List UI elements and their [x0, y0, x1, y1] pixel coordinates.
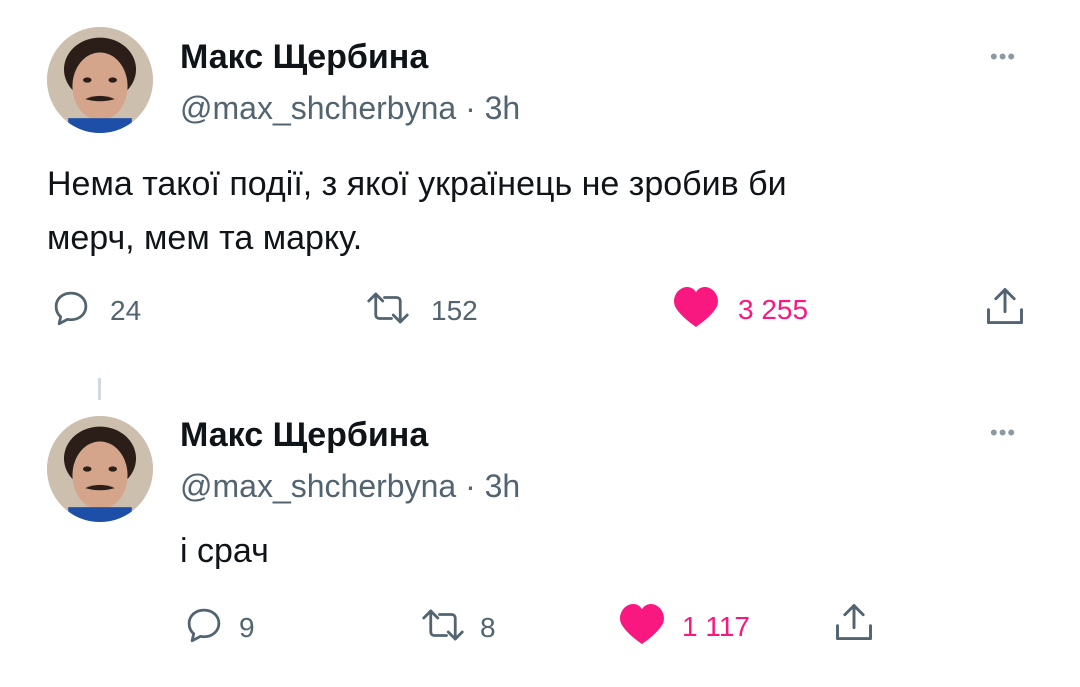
more-icon[interactable]: •••	[990, 46, 1016, 68]
retweet-icon	[363, 287, 413, 334]
like-button[interactable]: 3 255	[672, 285, 808, 334]
author-name[interactable]: Макс Щербина	[180, 416, 428, 455]
like-button[interactable]: 1 117	[618, 602, 750, 651]
share-button[interactable]	[983, 284, 1027, 335]
retweet-icon	[418, 604, 468, 651]
reply-button[interactable]: 24	[50, 287, 141, 334]
reply-count: 9	[239, 611, 255, 643]
tweet-text-line: і срач	[180, 532, 269, 570]
avatar[interactable]	[47, 416, 153, 522]
tweet-time[interactable]: 3h	[485, 90, 521, 126]
heart-icon	[618, 602, 666, 651]
like-count: 3 255	[738, 293, 809, 325]
reply-button[interactable]: 9	[183, 604, 255, 651]
heart-icon	[672, 285, 720, 334]
avatar-photo	[47, 27, 153, 133]
separator: ·	[465, 90, 476, 126]
author-handle[interactable]: @max_shcherbyna	[180, 90, 456, 126]
avatar[interactable]	[47, 27, 153, 133]
tweet-text: Нема такої події, з якої українець не зр…	[47, 157, 787, 265]
author-handle[interactable]: @max_shcherbyna	[180, 468, 456, 504]
avatar-photo	[47, 416, 153, 522]
reply-icon	[183, 604, 225, 651]
author-meta: @max_shcherbyna · 3h	[180, 468, 520, 505]
retweet-count: 152	[431, 294, 478, 326]
tweet-text-line: Нема такої події, з якої українець не зр…	[47, 165, 787, 203]
thread-line	[98, 378, 101, 400]
tweet-time[interactable]: 3h	[485, 468, 521, 504]
reply-count: 24	[110, 294, 142, 326]
tweet-2[interactable]: Макс Щербина @max_shcherbyna · 3h ••• і …	[0, 400, 1080, 687]
author-meta: @max_shcherbyna · 3h	[180, 90, 520, 127]
share-icon	[832, 600, 876, 651]
like-count: 1 117	[682, 610, 750, 642]
tweet-text: і срач	[180, 524, 269, 578]
retweet-button[interactable]: 152	[363, 287, 478, 334]
retweet-button[interactable]: 8	[418, 604, 496, 651]
share-button[interactable]	[832, 600, 876, 651]
separator: ·	[465, 468, 476, 504]
more-icon[interactable]: •••	[990, 422, 1016, 444]
author-name[interactable]: Макс Щербина	[180, 38, 428, 77]
tweet-1[interactable]: Макс Щербина @max_shcherbyna · 3h ••• Не…	[0, 0, 1080, 370]
reply-icon	[50, 287, 92, 334]
retweet-count: 8	[480, 611, 496, 643]
share-icon	[983, 284, 1027, 335]
tweet-text-line: мерч, мем та марку.	[47, 219, 363, 257]
